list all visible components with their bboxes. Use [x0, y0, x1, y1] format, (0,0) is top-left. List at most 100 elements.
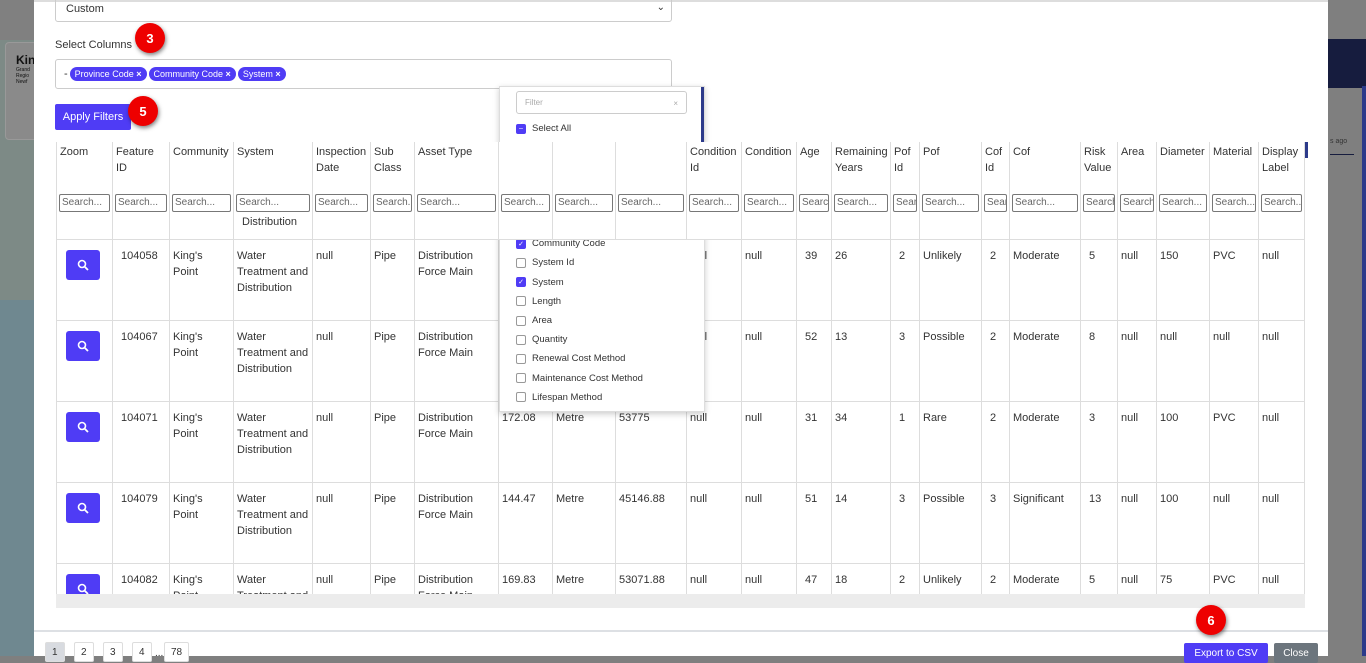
page-button[interactable]: 1	[45, 642, 65, 662]
background-timestamp: s ago	[1330, 138, 1348, 145]
dropdown-scrollbar[interactable]	[701, 87, 704, 147]
table-cell: 104067	[113, 321, 170, 401]
close-button[interactable]: Close	[1274, 643, 1318, 663]
table-cell: Moderate	[1010, 240, 1081, 320]
column-search-input[interactable]: Search...	[893, 194, 917, 212]
table-cell: null	[742, 321, 797, 401]
tag-province-code[interactable]: Province Code ×	[69, 67, 147, 81]
column-search-input[interactable]: Search...	[922, 194, 979, 212]
column-search-input[interactable]: Search...	[1120, 194, 1154, 212]
column-search-input[interactable]: Search...	[315, 194, 368, 212]
checkbox-icon[interactable]	[516, 334, 526, 345]
table-cell: 47	[797, 564, 832, 594]
search-icon	[77, 259, 89, 271]
checkbox-icon[interactable]	[516, 257, 526, 268]
column-option[interactable]: ✓ System	[516, 277, 564, 288]
report-type-select[interactable]: Custom ⌄	[55, 0, 672, 22]
column-search-input[interactable]: Search...	[618, 194, 684, 212]
modal-footer-divider	[34, 630, 1328, 632]
tag-system[interactable]: System ×	[237, 67, 286, 81]
column-search-input[interactable]: Search...	[1083, 194, 1115, 212]
table-vertical-scrollbar[interactable]	[1305, 142, 1308, 158]
remove-icon[interactable]: ×	[275, 69, 280, 79]
page-button[interactable]: 2	[74, 642, 94, 662]
table-cell: 104071	[113, 402, 170, 482]
table-cell: 3	[891, 321, 920, 401]
column-search-input[interactable]: Search...	[1159, 194, 1207, 212]
page-button[interactable]: 4	[132, 642, 152, 662]
column-search-input[interactable]: Search...	[744, 194, 794, 212]
column-search-input[interactable]: Search...	[1012, 194, 1078, 212]
remove-icon[interactable]: ×	[226, 69, 231, 79]
zoom-button[interactable]	[66, 412, 100, 442]
checked-checkbox-icon[interactable]: ✓	[516, 238, 526, 249]
search-placeholder: Search...	[1123, 197, 1154, 208]
column-header-label: Sub Class	[374, 146, 402, 174]
table-cell: King's Point	[170, 402, 234, 482]
tag-community-code[interactable]: Community Code ×	[148, 67, 236, 81]
column-option[interactable]: Maintenance Cost Method	[516, 373, 643, 384]
table-cell: 104082	[113, 564, 170, 594]
zoom-button[interactable]	[66, 250, 100, 280]
page-button[interactable]: 3	[103, 642, 123, 662]
column-header-label: Risk Value	[1084, 146, 1112, 174]
table-row: 104071 King's Point Water Treatment and Di…	[57, 402, 1305, 483]
column-header: Sub Class Search...	[371, 142, 415, 239]
column-option[interactable]: Length	[516, 296, 561, 307]
column-search-input[interactable]: Search...	[984, 194, 1007, 212]
checked-checkbox-icon[interactable]: ✓	[516, 277, 526, 288]
zoom-button[interactable]	[66, 331, 100, 361]
page-button-last[interactable]: 78	[164, 642, 190, 662]
checkbox-icon[interactable]	[516, 392, 526, 403]
select-columns-input[interactable]: - Province Code × Community Code × Syste…	[55, 59, 672, 89]
column-search-input[interactable]: Search...	[1261, 194, 1302, 212]
column-option[interactable]: Renewal Cost Method	[516, 353, 625, 364]
table-horizontal-scrollbar[interactable]	[56, 594, 1305, 608]
column-search-input[interactable]: Search...	[834, 194, 888, 212]
column-option[interactable]: Area	[516, 315, 552, 326]
search-placeholder: Search...	[239, 197, 280, 208]
table-cell: Pipe	[371, 564, 415, 594]
table-cell: 3	[1081, 402, 1118, 482]
column-search-input[interactable]: Search...	[172, 194, 231, 212]
background-right	[1328, 0, 1366, 656]
column-search-input[interactable]: Search...	[373, 194, 412, 212]
column-search-input[interactable]: Search...	[501, 194, 550, 212]
checkbox-icon[interactable]	[516, 296, 526, 307]
zoom-button[interactable]	[66, 493, 100, 523]
export-csv-button[interactable]: Export to CSV	[1184, 643, 1268, 663]
indeterminate-checkbox-icon[interactable]: –	[516, 123, 526, 134]
column-search-input[interactable]: Search...	[799, 194, 829, 212]
remove-icon[interactable]: ×	[136, 69, 141, 79]
clear-icon[interactable]: ×	[673, 99, 678, 108]
column-search-input[interactable]: Search...	[1212, 194, 1256, 212]
search-placeholder: Search...	[558, 197, 599, 208]
column-search-input[interactable]: Search...	[236, 194, 310, 212]
page-scrollbar[interactable]	[1362, 86, 1366, 656]
table-cell: 2	[982, 564, 1010, 594]
table-cell: Water Treatment and Distribution	[234, 402, 313, 482]
table-cell: 45146.88	[616, 483, 687, 563]
column-search-input[interactable]: Search...	[59, 194, 110, 212]
column-search-input[interactable]: Search...	[555, 194, 613, 212]
table-cell: Distribution Force Main	[415, 402, 499, 482]
checkbox-icon[interactable]	[516, 373, 526, 384]
column-search-input[interactable]: Search...	[417, 194, 496, 212]
zoom-button[interactable]	[66, 574, 100, 594]
checkbox-icon[interactable]	[516, 315, 526, 326]
column-search-input[interactable]: Search...	[689, 194, 739, 212]
column-search-input[interactable]: Search...	[115, 194, 167, 212]
column-filter-input[interactable]: Filter ×	[516, 91, 687, 114]
column-option[interactable]: Quantity	[516, 334, 567, 345]
column-option[interactable]: System Id	[516, 257, 574, 268]
table-cell: 2	[982, 240, 1010, 320]
checkbox-icon[interactable]	[516, 353, 526, 364]
column-option[interactable]: – Select All	[516, 123, 571, 134]
column-option[interactable]: Lifespan Method	[516, 392, 602, 403]
table-cell: Possible	[920, 483, 982, 563]
column-header-label: Cof	[1013, 146, 1031, 158]
search-placeholder: Search...	[987, 197, 1007, 208]
apply-filters-button[interactable]: Apply Filters	[55, 104, 131, 130]
table-cell: PVC	[1210, 564, 1259, 594]
table-cell: null	[742, 402, 797, 482]
